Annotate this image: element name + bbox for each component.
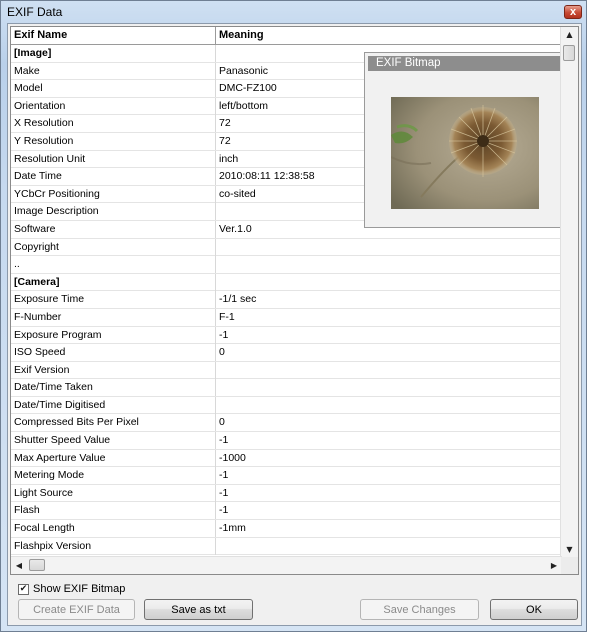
exif-bitmap-panel: EXIF Bitmap: [364, 52, 566, 228]
window-title: EXIF Data: [7, 5, 63, 19]
exif-meaning-cell[interactable]: [216, 397, 559, 414]
close-button[interactable]: x: [564, 5, 582, 19]
show-exif-bitmap-option[interactable]: ✔ Show EXIF Bitmap: [18, 581, 125, 597]
exif-meaning-cell[interactable]: -1: [216, 327, 559, 344]
table-row[interactable]: Date/Time Digitised: [11, 396, 562, 415]
exif-name-cell[interactable]: Light Source: [11, 484, 216, 502]
exif-bitmap-title: EXIF Bitmap: [368, 56, 562, 71]
exif-bitmap-thumbnail: [391, 97, 539, 209]
exif-name-cell[interactable]: Exposure Time: [11, 291, 216, 309]
exif-name-cell[interactable]: YCbCr Positioning: [11, 185, 216, 203]
exif-name-cell[interactable]: Model: [11, 80, 216, 98]
exif-meaning-cell[interactable]: [216, 362, 559, 379]
show-exif-bitmap-label[interactable]: Show EXIF Bitmap: [33, 583, 125, 595]
table-row[interactable]: Exposure Time -1/1 sec: [11, 291, 562, 309]
close-icon: x: [569, 5, 577, 18]
horizontal-scroll-thumb[interactable]: [29, 559, 45, 571]
checkmark-icon: ✔: [19, 583, 28, 594]
exif-meaning-cell[interactable]: -1mm: [216, 520, 559, 537]
exif-meaning-cell[interactable]: [216, 379, 559, 396]
create-exif-data-button[interactable]: Create EXIF Data: [18, 599, 135, 620]
table-row[interactable]: Focal Length -1mm: [11, 520, 562, 538]
exif-table: Exif Name Meaning [Image] Make Panasonic Mo…: [10, 26, 579, 575]
table-header: Exif Name Meaning: [11, 27, 562, 45]
table-row[interactable]: ..: [11, 256, 562, 274]
exif-name-cell[interactable]: Date Time: [11, 168, 216, 186]
scroll-up-icon[interactable]: ▲: [561, 27, 578, 43]
table-row[interactable]: F-Number F-1: [11, 308, 562, 327]
horizontal-scrollbar[interactable]: ◀ ▶: [11, 556, 562, 574]
ok-button[interactable]: OK: [490, 599, 578, 620]
table-row[interactable]: Exif Version: [11, 361, 562, 380]
table-row[interactable]: ISO Speed 0: [11, 344, 562, 362]
exif-name-cell[interactable]: Flash: [11, 502, 216, 520]
exif-meaning-cell[interactable]: F-1: [216, 309, 559, 326]
exif-name-cell[interactable]: ..: [11, 256, 216, 274]
exif-meaning-cell[interactable]: -1: [216, 502, 559, 519]
exif-meaning-cell[interactable]: -1000: [216, 450, 559, 467]
scroll-right-icon[interactable]: ▶: [546, 557, 562, 574]
exif-meaning-cell[interactable]: -1: [216, 485, 559, 502]
exif-name-cell[interactable]: Metering Mode: [11, 467, 216, 485]
exif-name-cell[interactable]: Flashpix Version: [11, 537, 216, 555]
exif-name-cell[interactable]: X Resolution: [11, 115, 216, 133]
exif-name-cell[interactable]: Image Description: [11, 203, 216, 221]
exif-name-cell[interactable]: Resolution Unit: [11, 150, 216, 168]
table-row[interactable]: Flash -1: [11, 502, 562, 521]
save-as-txt-button[interactable]: Save as txt: [144, 599, 253, 620]
exif-data-window: EXIF Data x Exif Name Meaning [Image] Mak…: [0, 0, 587, 632]
table-row[interactable]: Copyright: [11, 238, 562, 257]
exif-name-cell[interactable]: Focal Length: [11, 520, 216, 538]
exif-name-cell[interactable]: Compressed Bits Per Pixel: [11, 414, 216, 432]
table-row[interactable]: Compressed Bits Per Pixel 0: [11, 414, 562, 433]
table-row[interactable]: Flashpix Version: [11, 537, 562, 556]
column-header-meaning[interactable]: Meaning: [216, 27, 559, 44]
exif-meaning-cell[interactable]: [216, 538, 559, 555]
exif-name-cell[interactable]: Shutter Speed Value: [11, 432, 216, 450]
exif-meaning-cell[interactable]: -1: [216, 467, 559, 484]
exif-name-cell[interactable]: Make: [11, 62, 216, 80]
exif-meaning-cell[interactable]: 0: [216, 414, 559, 431]
exif-name-cell[interactable]: Exif Version: [11, 361, 216, 379]
vertical-scrollbar[interactable]: ▲ ▼: [560, 27, 578, 558]
exif-name-cell[interactable]: Exposure Program: [11, 326, 216, 344]
save-changes-button[interactable]: Save Changes: [360, 599, 479, 620]
exif-name-cell[interactable]: Max Aperture Value: [11, 449, 216, 467]
title-bar[interactable]: EXIF Data x: [1, 1, 586, 23]
vertical-scroll-thumb[interactable]: [563, 45, 575, 61]
table-row[interactable]: Light Source -1: [11, 484, 562, 503]
table-row[interactable]: Date/Time Taken: [11, 379, 562, 397]
exif-name-cell[interactable]: [Camera]: [11, 273, 216, 291]
table-row[interactable]: Exposure Program -1: [11, 326, 562, 345]
exif-name-cell[interactable]: Software: [11, 220, 216, 238]
column-header-exif-name[interactable]: Exif Name: [11, 27, 216, 44]
scroll-left-icon[interactable]: ◀: [11, 557, 27, 574]
exif-name-cell[interactable]: ISO Speed: [11, 344, 216, 362]
exif-meaning-cell[interactable]: [216, 239, 559, 256]
dialog-client: Exif Name Meaning [Image] Make Panasonic Mo…: [7, 23, 582, 626]
exif-meaning-cell[interactable]: [216, 256, 559, 273]
exif-name-cell[interactable]: [Image]: [11, 45, 216, 62]
table-row[interactable]: Metering Mode -1: [11, 467, 562, 485]
scroll-down-icon[interactable]: ▼: [561, 542, 578, 558]
exif-meaning-cell[interactable]: 0: [216, 344, 559, 361]
table-section-row[interactable]: [Camera]: [11, 273, 562, 292]
exif-name-cell[interactable]: Copyright: [11, 238, 216, 256]
show-exif-bitmap-checkbox[interactable]: ✔: [18, 583, 29, 595]
exif-name-cell[interactable]: Date/Time Taken: [11, 379, 216, 397]
exif-meaning-cell[interactable]: -1/1 sec: [216, 291, 559, 308]
exif-name-cell[interactable]: Date/Time Digitised: [11, 396, 216, 414]
exif-name-cell[interactable]: Orientation: [11, 97, 216, 115]
scrollbar-corner: [561, 557, 578, 574]
exif-name-cell[interactable]: F-Number: [11, 308, 216, 326]
table-row[interactable]: Shutter Speed Value -1: [11, 432, 562, 450]
exif-meaning-cell[interactable]: [216, 274, 559, 291]
exif-name-cell[interactable]: Y Resolution: [11, 132, 216, 150]
exif-meaning-cell[interactable]: -1: [216, 432, 559, 449]
table-row[interactable]: Max Aperture Value -1000: [11, 449, 562, 468]
